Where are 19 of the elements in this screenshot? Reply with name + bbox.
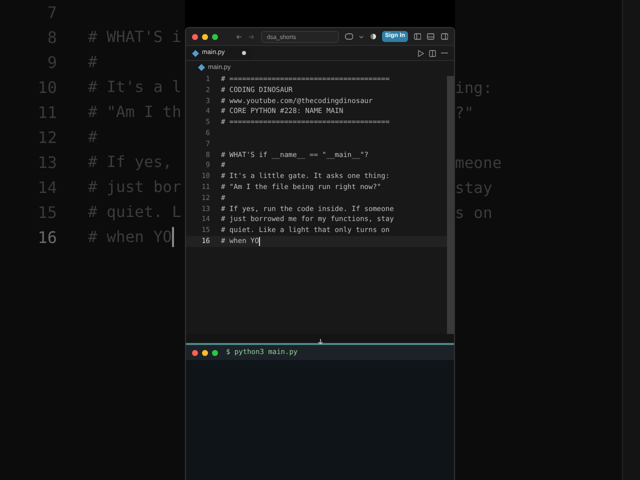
code-text: # (88, 52, 98, 72)
line-number: 16 (36, 226, 57, 248)
python-file-icon (198, 64, 205, 71)
text-cursor (258, 236, 260, 246)
back-arrow-icon[interactable] (236, 34, 242, 40)
code-text: # (88, 126, 98, 148)
split-editor-icon[interactable] (429, 50, 436, 56)
python-file-icon (192, 50, 199, 56)
half-circle-icon[interactable] (370, 33, 376, 40)
code-text: ?" (455, 104, 474, 122)
copilot-icon[interactable] (344, 33, 354, 40)
split-layout-icon[interactable] (440, 33, 448, 40)
run-icon[interactable] (418, 50, 424, 56)
resize-handle-icon[interactable] (318, 339, 322, 344)
sidebar-layout-icon[interactable] (414, 33, 422, 40)
text-cursor (172, 227, 174, 248)
chevron-down-icon[interactable] (359, 34, 364, 38)
panel-layout-icon[interactable] (427, 33, 435, 40)
scrollbar[interactable] (447, 76, 454, 334)
